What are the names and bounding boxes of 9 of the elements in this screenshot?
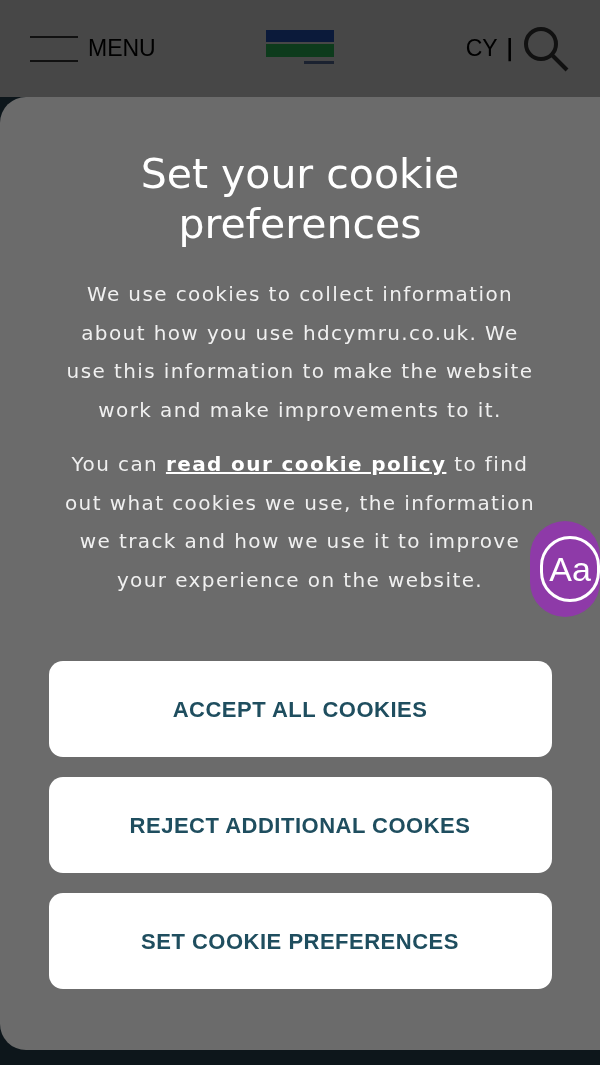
cookie-button[interactable]: SET COOKIE PREFERENCES (48, 893, 552, 989)
cookie-button[interactable]: REJECT ADDITIONAL COOKES (48, 777, 552, 873)
dialog-title: Set your cookie preferences (139, 149, 461, 249)
search-icon[interactable] (522, 24, 570, 73)
menu-icon[interactable] (30, 33, 80, 64)
cookie-button[interactable]: ACCEPT ALL COOKIES (48, 661, 552, 757)
separator: | (505, 34, 514, 64)
dialog-paragraph: We use cookies to collect information about how you use hdcymru.co.uk. We use this information to make the website work and make improvements to it. (65, 281, 535, 424)
cookie-policy-link[interactable]: read our cookie policy (165, 452, 447, 476)
